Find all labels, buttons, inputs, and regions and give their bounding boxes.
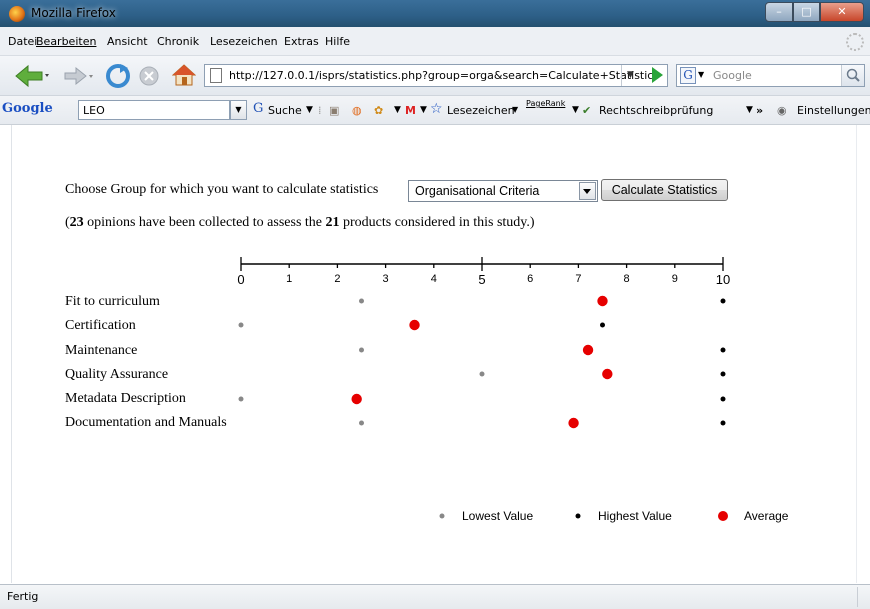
lowest-value-point [238,322,244,328]
legend-highest-marker [575,513,581,519]
x-tick-label: 7 [575,273,581,285]
x-tick-label: 6 [527,273,533,285]
average-point [409,319,420,331]
average-point [351,393,362,405]
lowest-value-point [359,298,364,304]
legend-average-label: Average [744,509,789,523]
x-tick-label: 5 [478,272,485,287]
highest-value-point [720,347,726,353]
status-divider [857,587,858,607]
statistics-chart: 0 1 2 3 4 5 6 7 8 9 10 [237,257,730,429]
highest-value-point [720,420,726,426]
average-point [597,295,608,307]
lowest-value-point [238,396,244,402]
average-point [582,344,594,356]
average-point [568,417,579,429]
status-bar: Fertig [0,584,870,609]
x-tick-label: 9 [672,273,678,285]
lowest-value-point [479,371,485,377]
x-tick-label: 8 [624,273,630,285]
highest-value-point [720,298,726,304]
average-point [602,368,613,380]
x-tick-label: 1 [286,273,292,285]
legend-highest-label: Highest Value [598,509,672,523]
x-tick-label: 4 [431,273,437,285]
lowest-value-point [359,420,364,426]
lowest-value-point [359,347,364,353]
highest-value-point [600,322,605,328]
legend-lowest-marker [439,513,445,519]
x-tick-label: 2 [334,273,340,285]
highest-value-point [720,396,726,402]
x-tick-label: 10 [716,272,730,287]
x-tick-label: 0 [237,272,244,287]
x-tick-label: 3 [383,273,389,285]
highest-value-point [720,371,726,377]
legend-lowest-label: Lowest Value [462,509,534,523]
legend-average-marker [718,511,728,521]
status-text: Fertig [7,590,39,603]
